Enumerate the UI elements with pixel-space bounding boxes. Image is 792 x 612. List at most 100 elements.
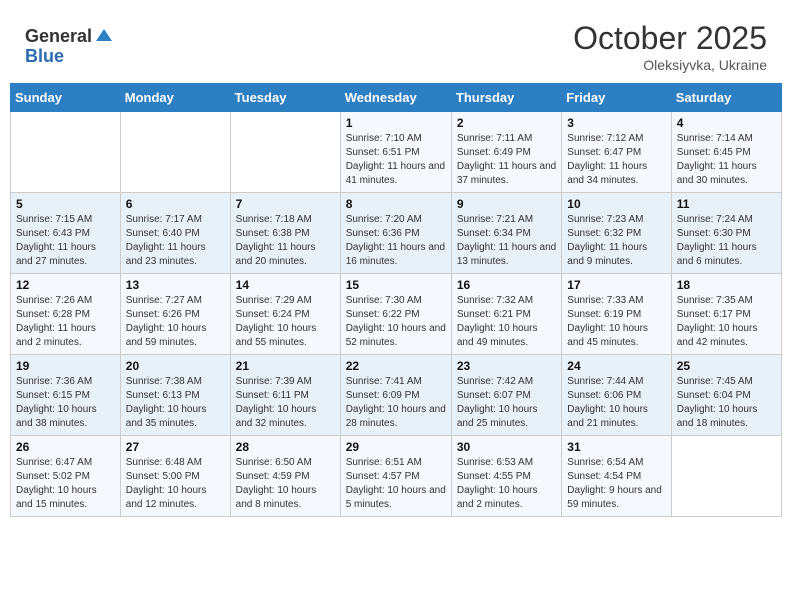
calendar-cell xyxy=(230,112,340,193)
day-content: Sunrise: 7:21 AM Sunset: 6:34 PM Dayligh… xyxy=(457,213,556,269)
day-of-week-header: Sunday xyxy=(11,84,121,112)
calendar-cell: 4 Sunrise: 7:14 AM Sunset: 6:45 PM Daylig… xyxy=(671,112,781,193)
day-content: Sunrise: 6:47 AM Sunset: 5:02 PM Dayligh… xyxy=(16,456,115,512)
calendar-cell: 11Sunrise: 7:24 AM Sunset: 6:30 PM Dayli… xyxy=(671,193,781,274)
day-content: Sunrise: 7:27 AM Sunset: 6:26 PM Dayligh… xyxy=(126,294,225,350)
day-content: Sunrise: 7:20 AM Sunset: 6:36 PM Dayligh… xyxy=(346,213,446,269)
day-of-week-header: Wednesday xyxy=(340,84,451,112)
calendar-cell xyxy=(11,112,121,193)
calendar-cell: 21Sunrise: 7:39 AM Sunset: 6:11 PM Dayli… xyxy=(230,355,340,436)
calendar-cell: 13 Sunrise: 7:27 AM Sunset: 6:26 PM Dayli… xyxy=(120,274,230,355)
calendar-cell: 14 Sunrise: 7:29 AM Sunset: 6:24 PM Dayli… xyxy=(230,274,340,355)
calendar-cell: 16 Sunrise: 7:32 AM Sunset: 6:21 PM Dayli… xyxy=(451,274,561,355)
day-content: Sunrise: 7:36 AM Sunset: 6:15 PM Dayligh… xyxy=(16,375,115,431)
day-of-week-header: Friday xyxy=(562,84,671,112)
calendar-cell: 3 Sunrise: 7:12 AM Sunset: 6:47 PM Daylig… xyxy=(562,112,671,193)
logo-blue-text: Blue xyxy=(25,47,114,67)
day-number: 29 xyxy=(346,440,446,454)
day-number: 20 xyxy=(126,359,225,373)
day-content: Sunrise: 7:24 AM Sunset: 6:30 PM Dayligh… xyxy=(677,213,776,269)
day-number: 18 xyxy=(677,278,776,292)
day-content: Sunrise: 7:39 AM Sunset: 6:11 PM Dayligh… xyxy=(236,375,335,431)
day-number: 12 xyxy=(16,278,115,292)
calendar-cell: 22Sunrise: 7:41 AM Sunset: 6:09 PM Dayli… xyxy=(340,355,451,436)
calendar-cell: 1 Sunrise: 7:10 AM Sunset: 6:51 PM Daylig… xyxy=(340,112,451,193)
calendar-cell: 6 Sunrise: 7:17 AM Sunset: 6:40 PM Daylig… xyxy=(120,193,230,274)
day-number: 9 xyxy=(457,197,556,211)
calendar-cell: 17Sunrise: 7:33 AM Sunset: 6:19 PM Dayli… xyxy=(562,274,671,355)
day-content: Sunrise: 6:48 AM Sunset: 5:00 PM Dayligh… xyxy=(126,456,225,512)
day-number: 30 xyxy=(457,440,556,454)
day-content: Sunrise: 7:18 AM Sunset: 6:38 PM Dayligh… xyxy=(236,213,335,269)
calendar-cell: 27Sunrise: 6:48 AM Sunset: 5:00 PM Dayli… xyxy=(120,436,230,517)
calendar-cell: 8 Sunrise: 7:20 AM Sunset: 6:36 PM Daylig… xyxy=(340,193,451,274)
day-content: Sunrise: 7:10 AM Sunset: 6:51 PM Dayligh… xyxy=(346,132,446,188)
day-content: Sunrise: 7:33 AM Sunset: 6:19 PM Dayligh… xyxy=(567,294,665,350)
day-number: 2 xyxy=(457,116,556,130)
calendar-cell: 23 Sunrise: 7:42 AM Sunset: 6:07 PM Dayli… xyxy=(451,355,561,436)
calendar-header-row: SundayMondayTuesdayWednesdayThursdayFrid… xyxy=(11,84,782,112)
day-content: Sunrise: 7:29 AM Sunset: 6:24 PM Dayligh… xyxy=(236,294,335,350)
location-subtitle: Oleksiyvka, Ukraine xyxy=(573,57,767,73)
day-of-week-header: Monday xyxy=(120,84,230,112)
day-content: Sunrise: 7:35 AM Sunset: 6:17 PM Dayligh… xyxy=(677,294,776,350)
day-number: 4 xyxy=(677,116,776,130)
calendar-cell: 12 Sunrise: 7:26 AM Sunset: 6:28 PM Dayli… xyxy=(11,274,121,355)
day-number: 1 xyxy=(346,116,446,130)
calendar-cell: 19 Sunrise: 7:36 AM Sunset: 6:15 PM Dayli… xyxy=(11,355,121,436)
calendar-cell: 5Sunrise: 7:15 AM Sunset: 6:43 PM Daylig… xyxy=(11,193,121,274)
calendar-cell: 30Sunrise: 6:53 AM Sunset: 4:55 PM Dayli… xyxy=(451,436,561,517)
day-content: Sunrise: 7:23 AM Sunset: 6:32 PM Dayligh… xyxy=(567,213,665,269)
calendar-week-row: 26Sunrise: 6:47 AM Sunset: 5:02 PM Dayli… xyxy=(11,436,782,517)
day-of-week-header: Thursday xyxy=(451,84,561,112)
calendar-cell: 28 Sunrise: 6:50 AM Sunset: 4:59 PM Dayli… xyxy=(230,436,340,517)
calendar-cell: 18 Sunrise: 7:35 AM Sunset: 6:17 PM Dayli… xyxy=(671,274,781,355)
day-content: Sunrise: 7:26 AM Sunset: 6:28 PM Dayligh… xyxy=(16,294,115,350)
day-content: Sunrise: 7:42 AM Sunset: 6:07 PM Dayligh… xyxy=(457,375,556,431)
day-number: 16 xyxy=(457,278,556,292)
day-of-week-header: Tuesday xyxy=(230,84,340,112)
calendar-week-row: 12 Sunrise: 7:26 AM Sunset: 6:28 PM Dayli… xyxy=(11,274,782,355)
day-content: Sunrise: 7:32 AM Sunset: 6:21 PM Dayligh… xyxy=(457,294,556,350)
page-header: General Blue October 2025 Oleksiyvka, Uk… xyxy=(10,10,782,78)
day-content: Sunrise: 6:51 AM Sunset: 4:57 PM Dayligh… xyxy=(346,456,446,512)
logo-icon xyxy=(94,27,114,47)
day-number: 3 xyxy=(567,116,665,130)
day-number: 8 xyxy=(346,197,446,211)
day-number: 22 xyxy=(346,359,446,373)
day-content: Sunrise: 7:38 AM Sunset: 6:13 PM Dayligh… xyxy=(126,375,225,431)
calendar-week-row: 5Sunrise: 7:15 AM Sunset: 6:43 PM Daylig… xyxy=(11,193,782,274)
month-title: October 2025 xyxy=(573,20,767,57)
day-number: 28 xyxy=(236,440,335,454)
day-content: Sunrise: 7:12 AM Sunset: 6:47 PM Dayligh… xyxy=(567,132,665,188)
day-content: Sunrise: 6:54 AM Sunset: 4:54 PM Dayligh… xyxy=(567,456,665,512)
calendar-cell: 9 Sunrise: 7:21 AM Sunset: 6:34 PM Daylig… xyxy=(451,193,561,274)
calendar-cell: 10Sunrise: 7:23 AM Sunset: 6:32 PM Dayli… xyxy=(562,193,671,274)
calendar-cell xyxy=(671,436,781,517)
day-number: 24 xyxy=(567,359,665,373)
day-number: 23 xyxy=(457,359,556,373)
calendar-cell: 20 Sunrise: 7:38 AM Sunset: 6:13 PM Dayli… xyxy=(120,355,230,436)
day-of-week-header: Saturday xyxy=(671,84,781,112)
calendar-cell: 2 Sunrise: 7:11 AM Sunset: 6:49 PM Daylig… xyxy=(451,112,561,193)
day-number: 13 xyxy=(126,278,225,292)
calendar-cell: 15Sunrise: 7:30 AM Sunset: 6:22 PM Dayli… xyxy=(340,274,451,355)
calendar-cell: 25Sunrise: 7:45 AM Sunset: 6:04 PM Dayli… xyxy=(671,355,781,436)
day-number: 14 xyxy=(236,278,335,292)
title-block: October 2025 Oleksiyvka, Ukraine xyxy=(573,20,767,73)
day-content: Sunrise: 7:17 AM Sunset: 6:40 PM Dayligh… xyxy=(126,213,225,269)
day-number: 19 xyxy=(16,359,115,373)
day-content: Sunrise: 7:44 AM Sunset: 6:06 PM Dayligh… xyxy=(567,375,665,431)
calendar-cell xyxy=(120,112,230,193)
day-content: Sunrise: 7:11 AM Sunset: 6:49 PM Dayligh… xyxy=(457,132,556,188)
day-content: Sunrise: 7:45 AM Sunset: 6:04 PM Dayligh… xyxy=(677,375,776,431)
day-content: Sunrise: 7:30 AM Sunset: 6:22 PM Dayligh… xyxy=(346,294,446,350)
calendar-cell: 31Sunrise: 6:54 AM Sunset: 4:54 PM Dayli… xyxy=(562,436,671,517)
day-content: Sunrise: 7:14 AM Sunset: 6:45 PM Dayligh… xyxy=(677,132,776,188)
logo-general-text: General xyxy=(25,27,92,47)
day-number: 5 xyxy=(16,197,115,211)
calendar-week-row: 1 Sunrise: 7:10 AM Sunset: 6:51 PM Daylig… xyxy=(11,112,782,193)
day-number: 6 xyxy=(126,197,225,211)
calendar-cell: 26Sunrise: 6:47 AM Sunset: 5:02 PM Dayli… xyxy=(11,436,121,517)
day-content: Sunrise: 6:50 AM Sunset: 4:59 PM Dayligh… xyxy=(236,456,335,512)
